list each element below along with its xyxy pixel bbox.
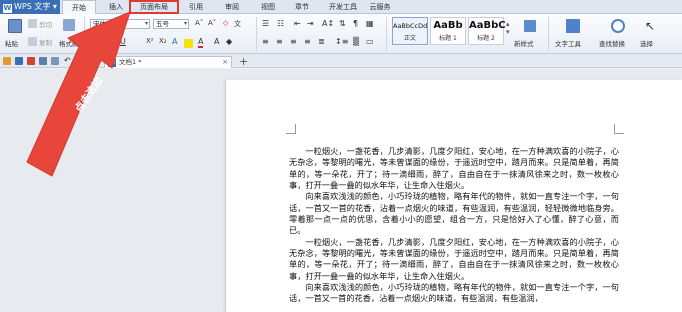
paragraph: 一粒烟火，一盏花香，几步清影，几度夕阳红，安心地，在一方种满欢喜的小院子，心无杂…	[289, 146, 619, 191]
tab-view[interactable]: 视图	[256, 0, 280, 14]
show-marks-icon[interactable]: ¶	[353, 19, 358, 28]
paragraph: 向来喜欢浅浅的颜色，小巧玲珑的植物，略有年代的物件，就如一直专注一个字，一句话，…	[289, 282, 619, 304]
close-tab-icon[interactable]: ×	[222, 57, 228, 68]
superscript-icon[interactable]: X²	[146, 37, 154, 45]
new-style-button[interactable]: 新样式	[514, 38, 534, 48]
style-heading-2[interactable]: AaBbC 标题 2	[468, 17, 506, 45]
format-painter-icon[interactable]	[63, 19, 75, 31]
wps-logo-icon: W	[3, 4, 12, 13]
cut-icon[interactable]	[28, 19, 37, 28]
ribbon-separator	[256, 17, 257, 51]
align-left-icon[interactable]: ≡	[262, 37, 269, 46]
style-normal[interactable]: AaBbCcDd 正文	[392, 17, 428, 45]
justify-icon[interactable]: ≡	[304, 37, 311, 46]
tab-chapter[interactable]: 章节	[290, 0, 314, 14]
styles-scroll-icon[interactable]: ▴ ▾	[506, 20, 510, 36]
tab-cloud[interactable]: 云服务	[366, 0, 394, 14]
style-normal-sample: AaBbCcDd	[393, 22, 428, 30]
char-border-icon[interactable]: A	[214, 37, 219, 46]
ribbon-separator	[386, 17, 387, 51]
font-size-select[interactable]: 五号	[153, 19, 189, 29]
ribbon-separator	[84, 17, 85, 51]
underline-icon[interactable]: U	[120, 37, 126, 46]
tab-references[interactable]: 引用	[184, 0, 208, 14]
document-tab-title: 文档1 *	[119, 58, 142, 66]
ribbon-toolbar: 粘贴 剪切 复制 格式刷 宋体 五号 A˄ A˅ ◇ 文 B I U X² X₂…	[0, 14, 682, 54]
style-heading-1[interactable]: AaBb 标题 1	[430, 17, 466, 45]
style-normal-label: 正文	[403, 35, 416, 42]
redo-icon[interactable]: ↷	[78, 56, 85, 65]
find-replace-icon[interactable]	[611, 19, 625, 33]
new-style-icon[interactable]	[524, 20, 536, 32]
table-icon[interactable]: ▦	[366, 19, 374, 28]
increase-indent-icon[interactable]: ⇥	[307, 19, 314, 28]
paste-button[interactable]: 粘贴	[5, 38, 18, 48]
ribbon-separator	[548, 17, 549, 51]
quick-access-toolbar: ↶ ↷ ▾	[0, 54, 682, 68]
page-layout-highlight-box	[129, 0, 179, 14]
menu-bar: W WPS 文字 ▾ 开始 插入 页面布局 引用 审阅 视图 章节 开发工具 云服…	[0, 0, 682, 14]
style-heading-2-sample: AaBbC	[469, 20, 506, 31]
tab-home[interactable]: 开始	[62, 0, 96, 14]
find-replace-button[interactable]: 查找替换	[599, 38, 625, 48]
bold-icon[interactable]: B	[93, 37, 99, 46]
char-shading-icon[interactable]: ◆	[226, 37, 232, 46]
chevron-down-icon: ▾	[50, 2, 57, 11]
grow-font-icon[interactable]: A˄	[195, 19, 203, 27]
app-menu-button[interactable]: W WPS 文字 ▾	[0, 0, 60, 14]
numbering-icon[interactable]: ☷	[277, 19, 284, 28]
font-color-icon[interactable]: A	[198, 37, 204, 48]
decrease-indent-icon[interactable]: ⇤	[294, 19, 301, 28]
paragraph: 一粒烟火，一盏花香，几步清影，几度夕阳红，安心地，在一方种满欢喜的小院子，心无杂…	[289, 236, 619, 281]
document-icon: W	[108, 59, 116, 67]
chinese-layout-icon[interactable]: A↕	[322, 19, 334, 28]
document-page[interactable]: 一粒烟火，一盏花香，几步清影，几度夕阳红，安心地，在一方种满欢喜的小院子，心无杂…	[225, 80, 682, 312]
style-heading-1-label: 标题 1	[439, 35, 457, 42]
open-icon[interactable]	[3, 57, 11, 65]
margin-corner-mark	[286, 124, 296, 134]
clear-format-icon[interactable]: ◇	[223, 19, 228, 27]
print-preview-icon[interactable]	[51, 57, 59, 65]
print-icon[interactable]	[39, 57, 47, 65]
shrink-font-icon[interactable]: A˅	[208, 19, 216, 27]
bullets-icon[interactable]: ☰	[262, 19, 269, 28]
copy-button[interactable]: 复制	[39, 37, 52, 47]
format-painter-button[interactable]: 格式刷	[59, 38, 79, 48]
highlight-color-icon[interactable]	[184, 39, 193, 48]
paragraph: 向来喜欢浅浅的颜色，小巧玲珑的植物，略有年代的物件，就如一直专注一个字，一句话，…	[289, 191, 619, 236]
copy-icon[interactable]	[28, 37, 37, 46]
save-icon[interactable]	[15, 57, 23, 65]
paste-icon[interactable]	[8, 19, 22, 33]
font-name-select[interactable]: 宋体	[90, 19, 150, 29]
undo-icon[interactable]: ↶	[64, 56, 71, 65]
document-tab[interactable]: W 文档1 * ×	[104, 56, 232, 68]
new-tab-button[interactable]: +	[239, 55, 248, 68]
export-pdf-icon[interactable]	[27, 57, 35, 65]
tab-review[interactable]: 审阅	[220, 0, 244, 14]
line-spacing-icon[interactable]: ↕≡	[335, 37, 348, 46]
select-cursor-icon[interactable]: ↖	[645, 19, 655, 33]
text-effect-icon[interactable]: A	[172, 37, 177, 46]
style-heading-1-sample: AaBb	[433, 20, 463, 31]
phonetic-icon[interactable]: 文	[234, 19, 241, 29]
select-button[interactable]: 选择	[640, 38, 653, 48]
cut-button[interactable]: 剪切	[39, 19, 52, 29]
sort-icon[interactable]: ⇅	[339, 19, 346, 28]
distribute-icon[interactable]: ≣	[318, 37, 325, 46]
tab-developer[interactable]: 开发工具	[325, 0, 361, 14]
shading-icon[interactable]: ▒	[353, 37, 359, 46]
customize-qat-icon[interactable]: ▾	[92, 56, 96, 64]
tab-insert[interactable]: 插入	[104, 0, 128, 14]
margin-corner-mark	[614, 124, 624, 134]
text-tools-icon[interactable]	[566, 19, 580, 33]
app-name: WPS 文字	[14, 2, 51, 11]
border-icon[interactable]: ▭	[366, 37, 374, 46]
subscript-icon[interactable]: X₂	[159, 37, 167, 45]
style-heading-2-label: 标题 2	[477, 35, 495, 42]
align-center-icon[interactable]: ≡	[276, 37, 283, 46]
text-tools-button[interactable]: 文字工具	[555, 38, 581, 48]
document-body[interactable]: 一粒烟火，一盏花香，几步清影，几度夕阳红，安心地，在一方种满欢喜的小院子，心无杂…	[289, 146, 619, 305]
italic-icon[interactable]: I	[108, 37, 110, 46]
align-right-icon[interactable]: ≡	[290, 37, 297, 46]
